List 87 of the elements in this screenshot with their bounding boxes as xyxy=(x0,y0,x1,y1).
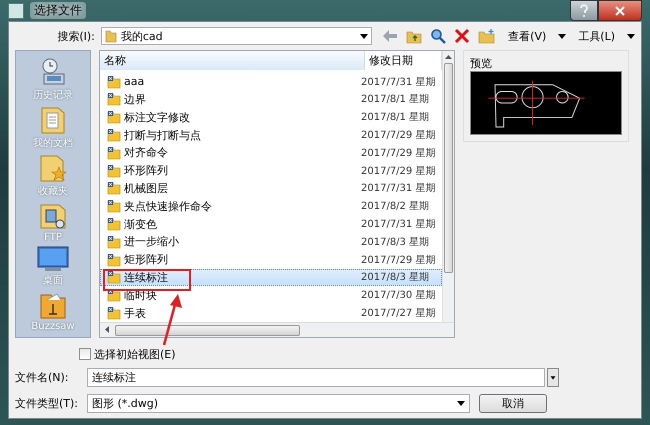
location-dropdown[interactable]: 我的cad xyxy=(100,27,372,45)
file-date: 2017/7/29 星期 xyxy=(361,164,436,178)
file-date: 2017/8/3 星期 xyxy=(361,236,430,249)
file-name-label: 文件名(N): xyxy=(15,370,70,384)
file-row[interactable]: 连续标注 2017/8/3 星期 xyxy=(100,268,442,286)
annotation-arrow xyxy=(160,293,184,347)
new-folder-icon[interactable] xyxy=(478,28,496,44)
file-row[interactable]: 矩形阵列 2017/7/29 星期 xyxy=(100,250,442,269)
file-row[interactable]: 环形阵列 2017/7/29 星期 xyxy=(100,162,442,180)
file-name: 对齐命令 xyxy=(124,145,168,160)
drawing-file-icon xyxy=(107,306,121,320)
drawing-file-icon xyxy=(107,146,121,160)
drawing-file-icon xyxy=(107,270,121,284)
file-row[interactable]: 渐变色 2017/7/31 星期 xyxy=(100,215,442,233)
file-date: 2017/7/27 星期 xyxy=(361,306,436,320)
close-icon[interactable] xyxy=(598,0,642,21)
help-icon[interactable] xyxy=(570,0,598,21)
toolbar-menu[interactable]: 查看(V) xyxy=(504,28,550,44)
file-row[interactable]: 打断与打断与点 2017/7/29 星期 xyxy=(100,126,442,144)
vertical-scrollbar[interactable] xyxy=(442,51,454,322)
file-name: 环形阵列 xyxy=(124,163,168,178)
folder-icon xyxy=(104,29,117,43)
document-folder-icon xyxy=(40,105,66,135)
drawing-file-icon xyxy=(107,128,121,142)
file-date: 2017/7/31 星期 xyxy=(361,218,436,232)
file-date: 2017/8/2 星期 xyxy=(361,200,430,214)
file-name: 连续标注 xyxy=(124,270,168,285)
cancel-button[interactable]: 取消 xyxy=(479,394,547,412)
initial-view-label: 选择初始视图(E) xyxy=(94,346,176,362)
file-row[interactable]: 机械图层 2017/7/31 星期 xyxy=(100,180,442,198)
caret-icon[interactable] xyxy=(457,400,465,406)
file-name-field[interactable]: 连续标注 xyxy=(87,368,545,386)
horizontal-scrollbar[interactable] xyxy=(100,322,454,337)
file-row[interactable]: aaa 2017/7/31 星期 xyxy=(100,72,442,91)
file-name: 打断与打断与点 xyxy=(124,128,201,143)
file-row[interactable]: 标注文字修改 2017/8/1 星期 xyxy=(100,108,442,126)
drawing-file-icon xyxy=(107,217,121,232)
file-date: 2017/7/29 星期 xyxy=(361,128,436,142)
file-name: 夹点快速操作命令 xyxy=(124,198,212,214)
drawing-file-icon xyxy=(107,234,121,249)
delete-icon[interactable] xyxy=(454,28,470,44)
scroll-left-icon[interactable] xyxy=(104,324,111,336)
drawing-file-icon xyxy=(107,288,121,302)
file-row[interactable]: 夹点快速操作命令 2017/8/2 星期 xyxy=(100,197,442,216)
search-label: 搜索(I): xyxy=(56,28,95,44)
app-icon xyxy=(8,2,24,18)
file-date: 2017/8/3 星期 xyxy=(361,270,430,284)
drawing-file-icon xyxy=(107,110,121,124)
drawing-file-icon xyxy=(107,164,121,178)
column-header[interactable]: 名称 xyxy=(100,51,365,70)
search-icon[interactable] xyxy=(430,28,446,44)
file-date: 2017/7/31 星期 xyxy=(361,76,436,89)
star-folder-icon xyxy=(39,153,67,183)
file-name: 进一步缩小 xyxy=(124,234,179,250)
file-name: 矩形阵列 xyxy=(124,252,168,268)
file-date: 2017/8/1 星期 xyxy=(361,92,430,106)
file-date: 2017/7/29 星期 xyxy=(361,146,436,160)
file-name: 渐变色 xyxy=(124,216,157,232)
file-row[interactable]: 手表 2017/7/27 星期 xyxy=(100,304,442,322)
file-date: 2017/8/1 星期 xyxy=(361,110,430,124)
file-date: 2017/7/31 星期 xyxy=(361,182,436,196)
caret-icon[interactable] xyxy=(558,34,566,38)
file-name: 标注文字修改 xyxy=(124,110,190,125)
file-name: 手表 xyxy=(124,306,146,321)
file-row[interactable]: 边界 2017/8/1 星期 xyxy=(100,90,442,108)
caret-icon[interactable] xyxy=(360,34,368,38)
initial-view-checkbox[interactable] xyxy=(79,348,91,360)
file-date: 2017/7/29 星期 xyxy=(361,254,436,267)
file-row[interactable]: 对齐命令 2017/7/29 星期 xyxy=(100,144,442,162)
toolbar-menu[interactable]: 工具(L) xyxy=(574,28,619,44)
monitor-icon xyxy=(37,246,69,272)
drawing-file-icon xyxy=(107,181,121,196)
preview-label: 预览 xyxy=(470,56,493,71)
file-type-label: 文件类型(T): xyxy=(15,396,80,410)
file-name: aaa xyxy=(124,75,144,88)
file-type-dropdown[interactable]: 图形 (*.dwg) xyxy=(87,394,470,412)
file-name: 边界 xyxy=(124,92,146,107)
drawing-file-icon xyxy=(107,92,121,106)
file-name: 机械图层 xyxy=(124,180,168,196)
drawing-file-icon xyxy=(107,74,121,89)
file-name: 临时块 xyxy=(124,288,157,303)
file-row[interactable]: 临时块 2017/7/30 星期 xyxy=(100,286,442,304)
file-date: 2017/7/30 星期 xyxy=(361,288,436,302)
drawing-file-icon xyxy=(107,252,121,267)
file-row[interactable]: 进一步缩小 2017/8/3 星期 xyxy=(100,232,442,251)
caret-icon[interactable] xyxy=(627,34,635,38)
drawing-file-icon xyxy=(107,199,121,214)
